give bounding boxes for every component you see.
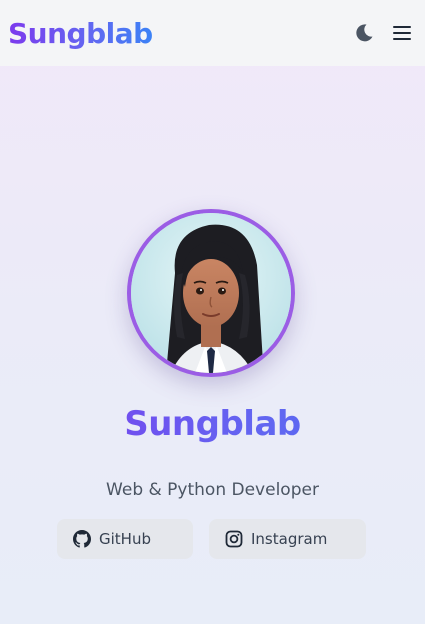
header-actions [353,22,417,44]
hero-section: Sungblab Web & Python Developer GitHub I… [0,66,425,624]
github-link-button[interactable]: GitHub [57,519,193,559]
top-navbar: Sungblab [0,0,425,66]
github-icon [73,530,91,548]
brand-logo-text[interactable]: Sungblab [8,17,153,50]
theme-toggle-button[interactable] [353,22,375,44]
menu-button[interactable] [391,22,413,44]
instagram-link-button[interactable]: Instagram [209,519,366,559]
instagram-link-label: Instagram [251,530,328,548]
profile-tagline: Web & Python Developer [106,480,319,500]
hamburger-menu-icon [393,26,411,40]
instagram-icon [225,530,243,548]
moon-icon [356,24,373,42]
github-link-label: GitHub [99,530,151,548]
profile-name: Sungblab [0,404,425,444]
social-links: GitHub Instagram [57,519,366,559]
avatar [127,209,295,377]
